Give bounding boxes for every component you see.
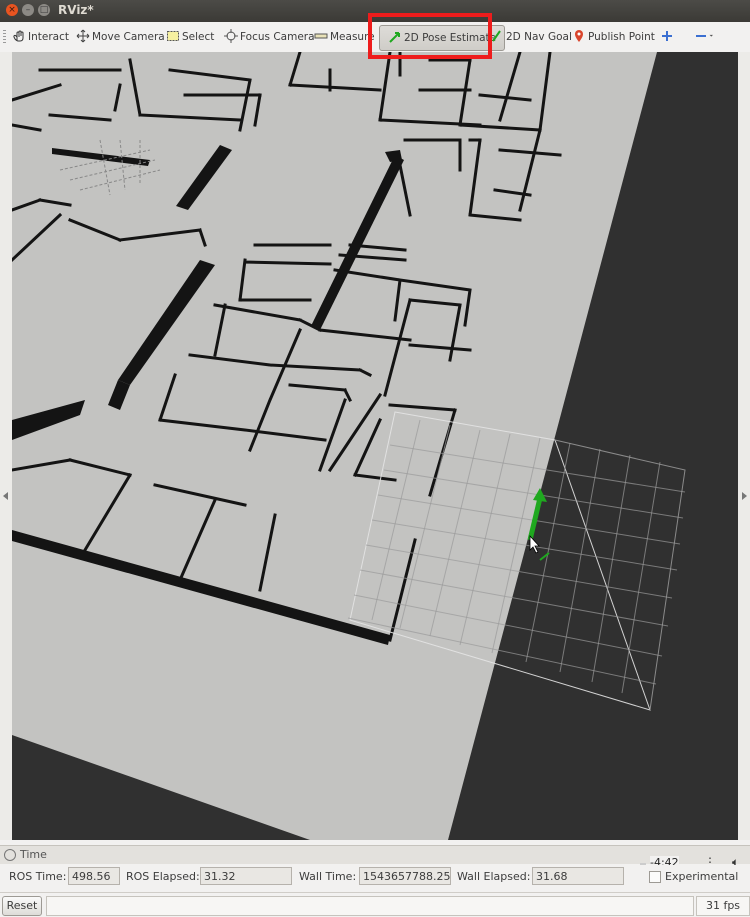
status-message-field [46, 896, 694, 916]
highlight-2d-pose-estimate [368, 13, 492, 59]
experimental-label: Experimental [665, 870, 739, 883]
map-pin-icon [575, 30, 583, 42]
tool-label: Interact [28, 31, 69, 43]
minimize-window-icon[interactable]: – [22, 4, 34, 16]
minus-icon [696, 35, 706, 37]
wall-time-field[interactable]: 1543657788.25 [359, 867, 451, 885]
time-panel-header: Time [0, 845, 750, 864]
wall-time-label: Wall Time: [299, 870, 357, 883]
tool-label: Focus Camera [240, 31, 315, 43]
window-title: RViz* [58, 3, 94, 17]
tool-move-camera[interactable]: Move Camera [76, 27, 165, 47]
left-dock-collapse[interactable] [0, 52, 12, 840]
hand-icon [13, 30, 24, 42]
ros-time-label: ROS Time: [9, 870, 67, 883]
status-bar: Reset 31 fps [0, 892, 750, 917]
time-panel-row: ROS Time: 498.56 ROS Elapsed: 31.32 Wall… [0, 865, 750, 889]
render-viewport-3d[interactable] [12, 52, 738, 840]
close-window-icon[interactable]: × [6, 4, 18, 16]
tool-label: Publish Point [588, 31, 655, 43]
clock-icon [4, 849, 16, 861]
maximize-window-icon[interactable]: □ [38, 4, 50, 16]
fps-indicator: 31 fps [696, 896, 750, 916]
tool-focus-camera[interactable]: Focus Camera [224, 27, 315, 47]
ros-elapsed-label: ROS Elapsed: [126, 870, 200, 883]
wall-elapsed-label: Wall Elapsed: [457, 870, 531, 883]
plus-icon [662, 31, 672, 41]
tool-measure[interactable]: Measure [314, 27, 375, 47]
select-icon [167, 31, 179, 41]
reset-button[interactable]: Reset [2, 896, 42, 916]
tool-label: Select [182, 31, 215, 43]
mouse-cursor-icon [529, 534, 540, 554]
tool-2d-nav-goal[interactable]: 2D Nav Goal [490, 27, 572, 47]
occupancy-map [12, 52, 686, 840]
chevron-left-icon [3, 492, 8, 500]
ruler-icon [314, 33, 328, 39]
experimental-checkbox[interactable] [649, 871, 661, 883]
toolbar-grip[interactable] [3, 30, 6, 44]
chevron-right-icon [742, 492, 747, 500]
tool-label: 2D Nav Goal [506, 31, 572, 43]
nav-goal-icon [492, 30, 501, 42]
add-tool-button[interactable] [660, 27, 676, 47]
ros-time-field[interactable]: 498.56 [68, 867, 120, 885]
tool-label: Move Camera [92, 31, 165, 43]
wall-elapsed-field[interactable]: 31.68 [532, 867, 624, 885]
move-camera-icon [76, 29, 90, 43]
right-dock-collapse[interactable] [738, 52, 750, 840]
remove-tool-button[interactable] [694, 27, 719, 47]
tool-interact[interactable]: Interact [12, 27, 69, 47]
tool-select[interactable]: Select [166, 27, 214, 47]
chevron-down-icon [709, 34, 714, 37]
ros-elapsed-field[interactable]: 31.32 [200, 867, 292, 885]
focus-camera-icon [224, 29, 238, 43]
map-free-space [12, 52, 657, 840]
time-panel-title: Time [20, 848, 47, 861]
tool-publish-point[interactable]: Publish Point [572, 27, 655, 47]
